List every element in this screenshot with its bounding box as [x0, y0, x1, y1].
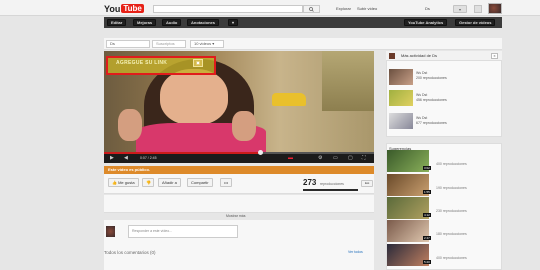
chevron-down-icon: ▾	[458, 6, 461, 12]
view-count: 273	[303, 178, 317, 187]
comment-input[interactable]: Responder a este vídeo...	[128, 225, 238, 238]
edit-button[interactable]: Editar	[107, 19, 127, 26]
logo-you: You	[104, 3, 121, 14]
activity-header: Más actividad de Ds	[386, 51, 502, 61]
suggestion-duration-3: 4:12	[423, 213, 431, 217]
progress-fill	[104, 152, 261, 154]
annotations-button[interactable]: Anotaciones	[187, 19, 220, 26]
theater-icon[interactable]: ▭	[333, 155, 338, 161]
girl-face	[160, 69, 228, 125]
videos-dropdown[interactable]: 10 videos ▾	[190, 40, 224, 48]
suggestion-duration-5: 5:20	[423, 260, 431, 264]
privacy-notice: Este vídeo es público.	[104, 166, 374, 174]
thumbs-up-left	[118, 109, 142, 141]
thumbs-down-icon: 👎	[146, 180, 151, 185]
likes-ratio-bar	[303, 189, 358, 191]
upload-link[interactable]: Subir vídeo	[357, 6, 377, 11]
popout-icon[interactable]: ▢	[348, 155, 353, 161]
view-all-comments-link[interactable]: Ver todos	[348, 250, 363, 254]
suggestion-views-4[interactable]: 180 reproducciones	[436, 232, 467, 236]
activity-views-1: 200 reproducciones	[416, 75, 447, 80]
activity-item-3[interactable]: Ws Dst 677 reproducciones	[416, 116, 447, 125]
youtube-logo[interactable]: You Tube	[104, 3, 144, 14]
annotation-link-icon[interactable]: ▣	[193, 59, 203, 67]
activity-item-2[interactable]: Ws Dst 456 reproducciones	[416, 93, 447, 102]
search-input[interactable]	[153, 5, 303, 13]
suggestion-duration-1: 3:02	[423, 166, 431, 170]
suggestion-duration-2: 1:55	[423, 190, 431, 194]
activity-avatar	[389, 53, 395, 59]
play-icon[interactable]: ▶	[110, 155, 114, 161]
activity-views-2: 456 reproducciones	[416, 97, 447, 102]
audio-button[interactable]: Audio	[162, 19, 182, 26]
search-button[interactable]	[303, 5, 320, 13]
background-car	[272, 93, 306, 106]
suggestion-views-1[interactable]: 400 reproducciones	[436, 162, 467, 166]
add-to-button[interactable]: Añadir a	[158, 178, 181, 187]
more-dropdown-button[interactable]: ▾	[228, 19, 239, 26]
fullscreen-icon[interactable]: ⛶	[362, 155, 366, 161]
description-panel	[104, 195, 374, 213]
like-button[interactable]: 👍 Me gusta	[108, 178, 139, 187]
activity-thumb-1[interactable]	[389, 69, 413, 85]
comments-count: Todos los comentarios (0)	[104, 250, 156, 255]
activity-views-3: 677 reproducciones	[416, 120, 447, 125]
share-button[interactable]: Compartir	[187, 178, 213, 187]
hd-icon[interactable]: ▬	[288, 155, 293, 161]
notifications-button[interactable]	[474, 5, 482, 13]
search-icon	[309, 6, 314, 12]
activity-thumb-3[interactable]	[389, 113, 413, 129]
like-label: Me gusta	[118, 180, 135, 185]
volume-icon[interactable]: ◀	[124, 155, 128, 161]
more-actions-button[interactable]: •••	[220, 178, 233, 187]
suggestion-duration-4: 2:47	[423, 236, 431, 240]
suggestion-views-3[interactable]: 230 reproducciones	[436, 209, 467, 213]
show-more-button[interactable]: Mostrar más	[226, 214, 245, 218]
thumbs-up-right	[232, 111, 256, 141]
dislike-button[interactable]: 👎	[142, 178, 154, 187]
subscribe-button[interactable]: Suscriptos	[152, 40, 186, 48]
avatar[interactable]	[488, 3, 502, 14]
video-manager-button[interactable]: Gestor de vídeos	[455, 19, 496, 26]
statistics-button[interactable]: Est	[361, 180, 374, 187]
enhancements-button[interactable]: Mejoras	[133, 19, 157, 26]
activity-thumb-2[interactable]	[389, 90, 413, 106]
annotation-text[interactable]: AGREGUE SU LINK	[116, 60, 167, 66]
suggestion-views-5[interactable]: 400 reproducciones	[436, 256, 467, 260]
explore-link[interactable]: Explorar	[336, 6, 351, 11]
background-building	[322, 51, 374, 111]
analytics-button[interactable]: YouTube Analytics	[404, 19, 448, 26]
account-menu-button[interactable]: ▾	[453, 5, 467, 13]
view-count-label: reproducciones	[320, 182, 344, 186]
suggestion-views-2[interactable]: 190 reproducciones	[436, 186, 467, 190]
channel-name[interactable]: Ds	[106, 40, 150, 48]
comment-avatar	[106, 226, 115, 237]
logo-tube: Tube	[121, 4, 144, 13]
close-icon[interactable]: ✕	[491, 53, 498, 59]
time-display: 0:07 / 2:45	[140, 156, 157, 160]
activity-item-1[interactable]: Ws Dst 200 reproducciones	[416, 71, 447, 80]
username-link[interactable]: Ds	[425, 6, 430, 11]
settings-icon[interactable]: ⚙	[318, 155, 322, 161]
